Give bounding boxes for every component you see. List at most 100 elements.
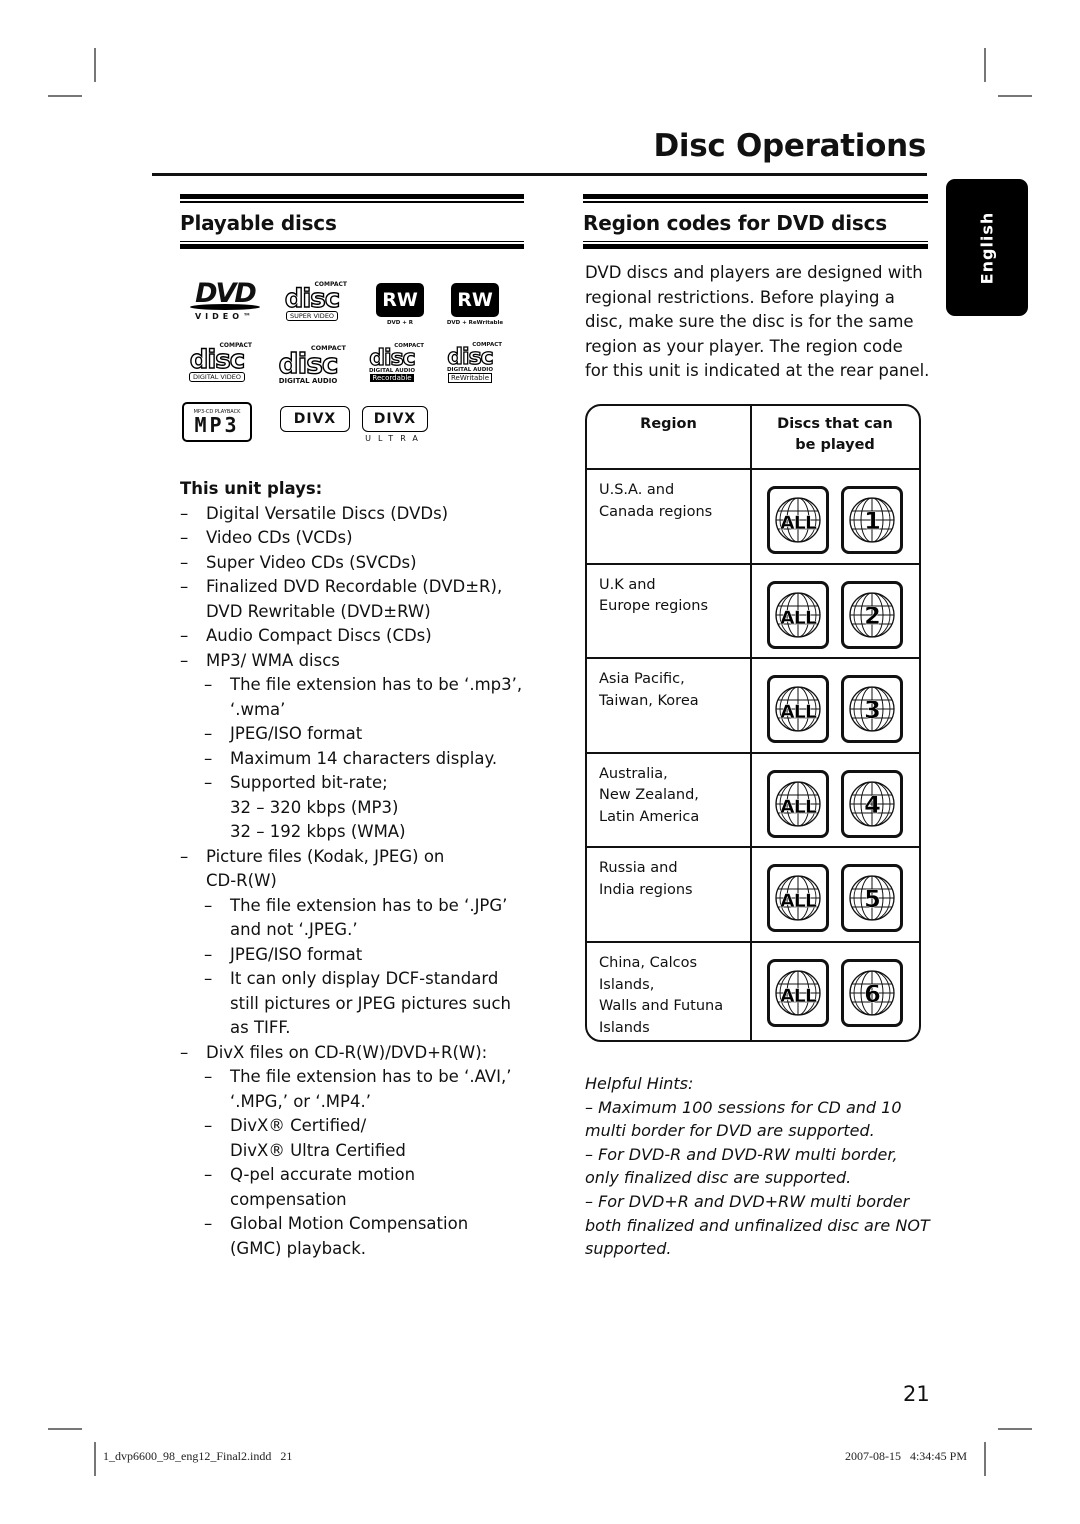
divx-logo: DIVX	[280, 406, 350, 432]
list-item: 32 – 320 kbps (MP3)	[180, 796, 540, 821]
list-item-text: Q-pel accurate motion	[230, 1165, 416, 1184]
region-name-line: Asia Pacific,	[599, 671, 685, 688]
region-code-badge: 3	[841, 675, 903, 744]
list-item: – DivX® Certified/	[180, 1114, 540, 1139]
page-number: 21	[903, 1382, 930, 1406]
crop-mark	[94, 1442, 96, 1476]
list-item: – Maximum 14 characters display.	[180, 747, 540, 772]
globe-region-icon: ALL	[775, 591, 821, 638]
section-title: Playable discs	[180, 210, 337, 235]
region-name-line: Taiwan, Korea	[599, 692, 699, 709]
column-header-region: Region	[640, 416, 697, 432]
list-item: – Super Video CDs (SVCDs)	[180, 551, 540, 576]
region-name-line: China, Calcos	[599, 955, 698, 971]
region-code-badge: 6	[841, 959, 903, 1027]
list-item: – Digital Versatile Discs (DVDs)	[180, 502, 540, 527]
region-name-line: Australia,	[599, 765, 668, 782]
region-name-line: U.K and	[599, 576, 656, 593]
slug-timestamp: 2007-08-15 4:34:45 PM	[844, 1449, 967, 1463]
section-title: Region codes for DVD discs	[583, 210, 887, 235]
list-item: – MP3/ WMA discs	[180, 649, 540, 674]
region-badges: ALL 5	[767, 864, 903, 933]
list-item-text: Maximum 14 characters display.	[230, 748, 498, 768]
region-code-table: Region Discs that can be played U.S.A. a…	[585, 404, 921, 1042]
column-header-discs: Discs that can be played	[777, 416, 893, 453]
dvd-plus-r-logo: RW DVD + R	[370, 280, 430, 328]
list-item: – Global Motion Compensation	[180, 1212, 540, 1237]
globe-region-icon: ALL	[775, 970, 821, 1016]
globe-region-icon: ALL	[775, 497, 821, 543]
dash-bullet: –	[204, 895, 213, 915]
globe-region-icon: 1	[849, 497, 895, 543]
svg-text:5: 5	[864, 885, 880, 913]
svg-text:ALL: ALL	[780, 985, 817, 1007]
slug-file: 1_dvp6600_98_eng12_Final2.indd 21	[103, 1449, 293, 1463]
compact-disc-rewritable-logo: COMPACT disc DIGITAL AUDIO ReWritable	[446, 341, 502, 383]
dash-bullet: –	[204, 1116, 213, 1135]
region-badges: ALL 6	[767, 959, 903, 1027]
list-item-text: Global Motion Compensation	[230, 1214, 469, 1233]
list-item-text: Digital Versatile Discs (DVDs)	[206, 503, 449, 523]
playable-disc-list: This unit plays: – Digital Versatile Disc…	[180, 477, 540, 1261]
dash-bullet: –	[204, 748, 213, 768]
svg-text:ALL: ALL	[780, 890, 817, 912]
dash-bullet: –	[204, 1067, 213, 1086]
crop-mark	[48, 95, 82, 97]
dash-bullet: –	[204, 969, 213, 988]
region-name: China, Calcos Islands, Walls and Futuna Isl…	[599, 953, 723, 1039]
mp3-cd-playback-logo: MP3-CD PLAYBACK MP3	[182, 402, 252, 442]
list-item-text: 32 – 320 kbps (MP3)	[230, 797, 399, 817]
globe-region-icon: 2	[849, 591, 895, 638]
list-item: compensation	[180, 1188, 540, 1213]
region-name-line: Islands	[599, 1019, 650, 1036]
list-item: and not ‘.JPEG.’	[180, 918, 540, 943]
region-name-line: Islands,	[599, 976, 655, 993]
crop-mark	[48, 1428, 82, 1430]
list-item: – Video CDs (VCDs)	[180, 526, 540, 551]
list-item-text: It can only display DCF-standard	[230, 969, 499, 988]
list-item-text: The file extension has to be ‘.JPG’	[230, 895, 508, 915]
region-all-badge: ALL	[767, 769, 829, 838]
page-title: Disc Operations	[653, 128, 926, 164]
hint-item: – Maximum 100 sessions for CD and 10 mul…	[585, 1097, 902, 1141]
list-item-text: JPEG/ISO format	[230, 944, 363, 964]
region-name: Asia Pacific, Taiwan, Korea	[599, 669, 699, 712]
region-all-badge: ALL	[767, 580, 829, 649]
globe-region-icon: ALL	[775, 875, 821, 922]
list-item-text: (GMC) playback.	[230, 1238, 367, 1258]
region-name-line: Walls and Futuna	[599, 998, 724, 1014]
list-item: – It can only display DCF-standard	[180, 967, 540, 992]
dash-bullet: –	[180, 503, 189, 523]
region-code-badge: 5	[841, 864, 903, 933]
region-all-badge: ALL	[767, 486, 829, 554]
list-item: ‘.wma’	[180, 698, 540, 723]
compact-disc-digital-audio-logo: COMPACT disc DIGITAL AUDIO	[278, 343, 346, 385]
hint-item: – For DVD+R and DVD+RW multi border both…	[585, 1191, 930, 1259]
list-item-text: as TIFF.	[230, 1018, 291, 1037]
helpful-hints: Helpful Hints: – Maximum 100 sessions fo…	[585, 1072, 930, 1261]
section-heading-region: Region codes for DVD discs	[583, 194, 928, 249]
list-item: – The file extension has to be ‘.JPG’	[180, 894, 540, 919]
table-row: Australia, New Zealand, Latin America ALL …	[587, 751, 919, 847]
region-badges: ALL 2	[767, 580, 903, 649]
region-badges: ALL 3	[767, 675, 903, 744]
region-name-line: New Zealand,	[599, 787, 699, 804]
language-tab: English	[946, 179, 1028, 316]
region-name-line: Canada regions	[599, 503, 713, 520]
globe-region-icon: ALL	[775, 781, 821, 827]
language-tab-label: English	[977, 211, 997, 284]
list-item-text: compensation	[230, 1189, 347, 1209]
svg-text:4: 4	[864, 791, 880, 819]
list-item-text: 32 – 192 kbps (WMA)	[230, 822, 406, 841]
region-badges: ALL 1	[767, 486, 903, 554]
globe-region-icon: 5	[849, 875, 895, 922]
list-heading: This unit plays:	[180, 479, 323, 498]
table-row: Russia and India regions ALL 5	[587, 846, 919, 941]
list-item-text: Audio Compact Discs (CDs)	[206, 626, 432, 645]
dash-bullet: –	[204, 675, 213, 694]
region-name-line: Latin America	[599, 808, 700, 825]
region-intro: DVD discs and players are designed with …	[585, 263, 930, 380]
title-rule	[152, 173, 927, 176]
crop-mark	[984, 1442, 986, 1476]
dash-bullet: –	[204, 1165, 213, 1184]
